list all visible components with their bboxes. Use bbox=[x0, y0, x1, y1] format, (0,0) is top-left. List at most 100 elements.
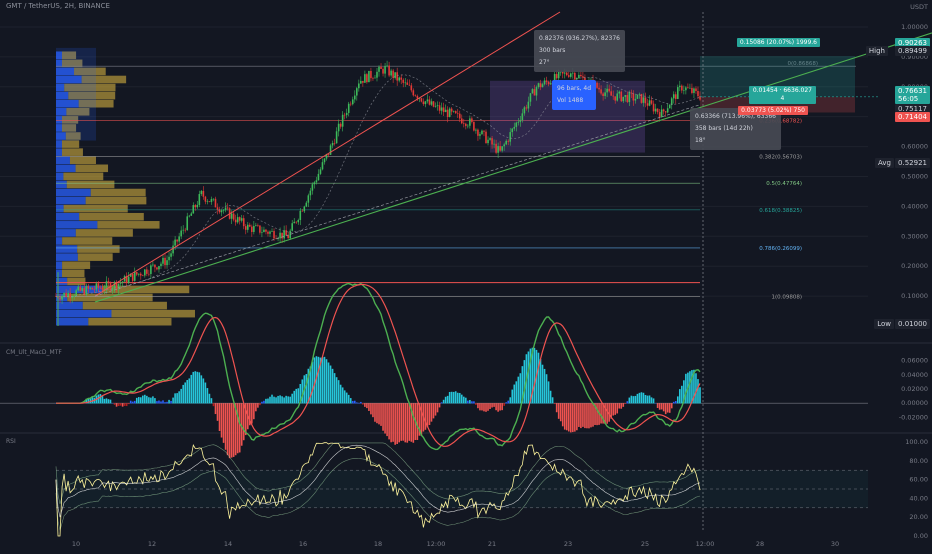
volume-profile-bar bbox=[56, 229, 76, 237]
candle-body bbox=[98, 283, 100, 287]
candle-body bbox=[455, 111, 457, 113]
macd-histogram-bar bbox=[578, 403, 580, 427]
candle-body bbox=[194, 205, 196, 207]
candle-body bbox=[667, 108, 669, 112]
candle-body bbox=[293, 222, 295, 223]
macd-histogram-bar bbox=[372, 403, 374, 417]
macd-histogram-bar bbox=[552, 397, 554, 403]
candle-body bbox=[241, 218, 243, 221]
macd-histogram-bar bbox=[215, 403, 217, 414]
candle-body bbox=[233, 214, 235, 220]
volume-profile-bar bbox=[56, 253, 78, 261]
macd-histogram-bar bbox=[556, 403, 558, 412]
value-area-shade bbox=[56, 48, 96, 141]
macd-histogram-bar bbox=[461, 395, 463, 404]
candle-body bbox=[77, 287, 79, 291]
candle-body bbox=[88, 286, 90, 289]
macd-histogram-bar bbox=[661, 403, 663, 409]
volume-profile-bar bbox=[70, 156, 96, 164]
candle-body bbox=[515, 123, 517, 127]
macd-histogram-bar bbox=[659, 403, 661, 410]
candle-body bbox=[71, 297, 73, 298]
macd-histogram-bar bbox=[297, 388, 299, 403]
macd-histogram-bar bbox=[152, 396, 154, 403]
macd-histogram-bar bbox=[564, 403, 566, 429]
macd-histogram-bar bbox=[408, 403, 410, 441]
macd-histogram-bar bbox=[425, 403, 427, 430]
measure-box-2: 96 bars, 4d Vol 1488 bbox=[552, 80, 596, 110]
macd-histogram-bar bbox=[197, 372, 199, 404]
macd-histogram-bar bbox=[295, 389, 297, 404]
macd-histogram-bar bbox=[251, 403, 253, 423]
candle-body bbox=[285, 230, 287, 235]
price-tick-label: 0.40000 bbox=[901, 202, 928, 210]
candle-body bbox=[495, 144, 497, 153]
fib-label: 0.5(0.47764) bbox=[766, 181, 802, 187]
candle-body bbox=[273, 231, 275, 238]
candle-body bbox=[477, 130, 479, 136]
macd-histogram-bar bbox=[338, 380, 340, 403]
macd-histogram-bar bbox=[366, 403, 368, 408]
candle-body bbox=[310, 191, 312, 196]
candle-body bbox=[249, 225, 251, 227]
macd-histogram-bar bbox=[435, 403, 437, 415]
measure-box-3-line-2: 358 bars (14d 22h) bbox=[695, 123, 776, 135]
chart-svg[interactable]: 1.000000.900000.800000.700000.600000.500… bbox=[0, 0, 932, 550]
macd-histogram-bar bbox=[596, 403, 598, 425]
macd-histogram-bar bbox=[221, 403, 223, 437]
candle-body bbox=[354, 96, 356, 100]
candle-body bbox=[348, 104, 350, 113]
candle-body bbox=[368, 71, 370, 82]
volume-profile-bar bbox=[56, 189, 91, 197]
macd-histogram-bar bbox=[465, 398, 467, 404]
candle-body bbox=[239, 217, 241, 221]
candle-body bbox=[643, 97, 645, 102]
macd-histogram-bar bbox=[447, 396, 449, 404]
macd-histogram-bar bbox=[168, 400, 170, 404]
candle-body bbox=[627, 95, 629, 102]
measure-box-1-line-1: 0.82376 (936.27%), 82376 bbox=[539, 33, 620, 45]
candle-body bbox=[322, 162, 324, 169]
macd-histogram-bar bbox=[612, 403, 614, 415]
candle-body bbox=[487, 140, 489, 143]
candle-body bbox=[65, 293, 67, 297]
macd-histogram-bar bbox=[263, 401, 265, 404]
macd-histogram-bar bbox=[382, 403, 384, 431]
macd-histogram-bar bbox=[685, 374, 687, 404]
candle-body bbox=[372, 78, 374, 79]
candle-body bbox=[102, 288, 104, 290]
candle-body bbox=[532, 89, 534, 93]
candle-body bbox=[653, 104, 655, 112]
trendline-upper bbox=[95, 12, 560, 296]
candle-body bbox=[259, 225, 261, 232]
candle-body bbox=[649, 100, 651, 105]
candle-body bbox=[659, 112, 661, 117]
macd-histogram-bar bbox=[126, 403, 128, 406]
volume-profile-bar bbox=[62, 269, 84, 277]
volume-profile-bar bbox=[56, 237, 62, 245]
macd-histogram-bar bbox=[515, 381, 517, 403]
candle-body bbox=[324, 159, 326, 163]
macd-histogram-bar bbox=[421, 403, 423, 436]
macd-histogram-bar bbox=[479, 403, 481, 410]
candle-body bbox=[316, 180, 318, 182]
candle-body bbox=[396, 72, 398, 80]
macd-histogram-bar bbox=[649, 395, 651, 403]
macd-histogram-bar bbox=[499, 403, 501, 410]
macd-histogram-bar bbox=[388, 403, 390, 439]
candle-body bbox=[443, 107, 445, 112]
candle-body bbox=[429, 100, 431, 105]
volume-profile-bar bbox=[63, 173, 103, 181]
candle-body bbox=[192, 205, 194, 213]
price-tick-label: 1.00000 bbox=[901, 23, 928, 31]
avg-price-label: 0.52921 bbox=[895, 158, 930, 168]
macd-histogram-bar bbox=[524, 360, 526, 403]
macd-histogram-bar bbox=[190, 375, 192, 404]
candle-body bbox=[475, 130, 477, 131]
measure-box-1-line-3: 27° bbox=[539, 57, 620, 69]
candle-body bbox=[360, 81, 362, 84]
macd-histogram-bar bbox=[608, 403, 610, 422]
macd-histogram-bar bbox=[283, 397, 285, 403]
candle-body bbox=[404, 83, 406, 84]
candle-body bbox=[301, 211, 303, 212]
